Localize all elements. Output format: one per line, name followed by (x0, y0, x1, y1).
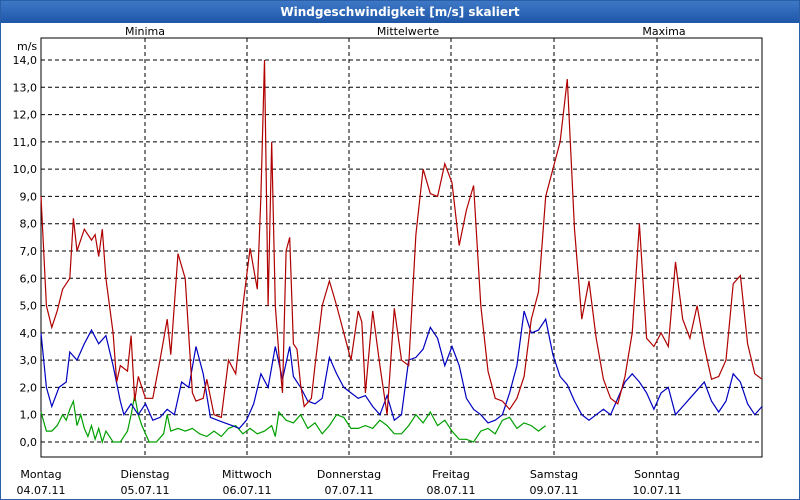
y-tick-label: 11,0 (13, 136, 38, 149)
legend-mittelwerte: Mittelwerte (377, 25, 440, 38)
x-tick-day: Dienstag (120, 468, 169, 481)
x-tick-date: 08.07.11 (427, 484, 476, 497)
wind-speed-chart: 0,0 1,0 2,0 3,0 4,0 5,0 6,0 7,0 8,0 9,0 10,0 11,0 12… (13, 25, 763, 497)
legend-maxima: Maxima (642, 25, 685, 38)
y-tick-label: 14,0 (13, 54, 38, 67)
y-tick-label: 3,0 (20, 354, 38, 367)
x-tick-date: 09.07.11 (530, 484, 579, 497)
x-tick-date: 10.07.11 (633, 484, 682, 497)
x-tick-date: 06.07.11 (223, 484, 272, 497)
x-tick-date: 07.07.11 (325, 484, 374, 497)
x-tick-day: Montag (20, 468, 61, 481)
y-tick-label: 5,0 (20, 300, 38, 313)
y-axis-label: m/s (17, 40, 37, 53)
y-tick-label: 8,0 (20, 218, 38, 231)
x-tick-day: Sonntag (634, 468, 680, 481)
y-tick-label: 2,0 (20, 381, 38, 394)
y-tick-label: 6,0 (20, 272, 38, 285)
x-tick-day: Samstag (530, 468, 578, 481)
y-tick-label: 7,0 (20, 245, 38, 258)
x-tick-day: Mittwoch (222, 468, 272, 481)
plot-area (40, 37, 763, 458)
x-tick-date: 04.07.11 (17, 484, 66, 497)
legend-minima: Minima (125, 25, 165, 38)
x-tick-date: 05.07.11 (121, 484, 170, 497)
y-tick-label: 10,0 (13, 163, 38, 176)
y-tick-label: 0,0 (20, 436, 38, 449)
y-tick-label: 12,0 (13, 109, 38, 122)
y-tick-label: 4,0 (20, 327, 38, 340)
x-tick-day: Freitag (432, 468, 470, 481)
y-tick-label: 13,0 (13, 81, 38, 94)
x-tick-day: Donnerstag (317, 468, 381, 481)
y-tick-label: 1,0 (20, 409, 38, 422)
y-tick-label: 9,0 (20, 190, 38, 203)
